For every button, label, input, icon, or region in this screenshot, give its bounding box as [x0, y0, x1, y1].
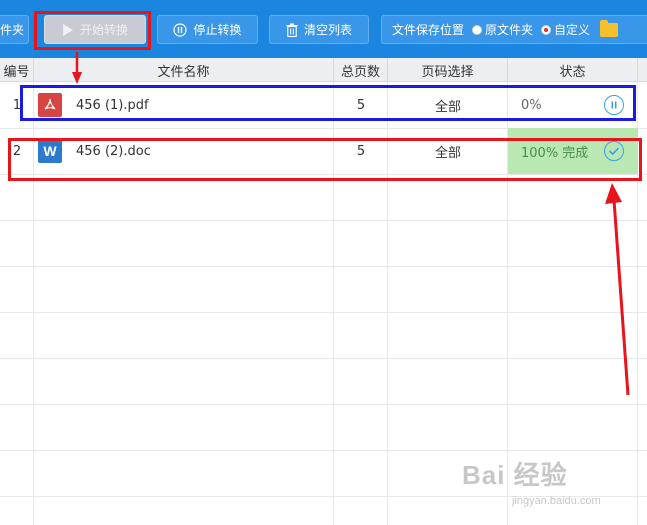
- watermark-url: jingyan.baidu.com: [512, 495, 601, 507]
- watermark-logo: Bai 经验: [462, 460, 568, 490]
- annotation-arrows: [72, 52, 630, 396]
